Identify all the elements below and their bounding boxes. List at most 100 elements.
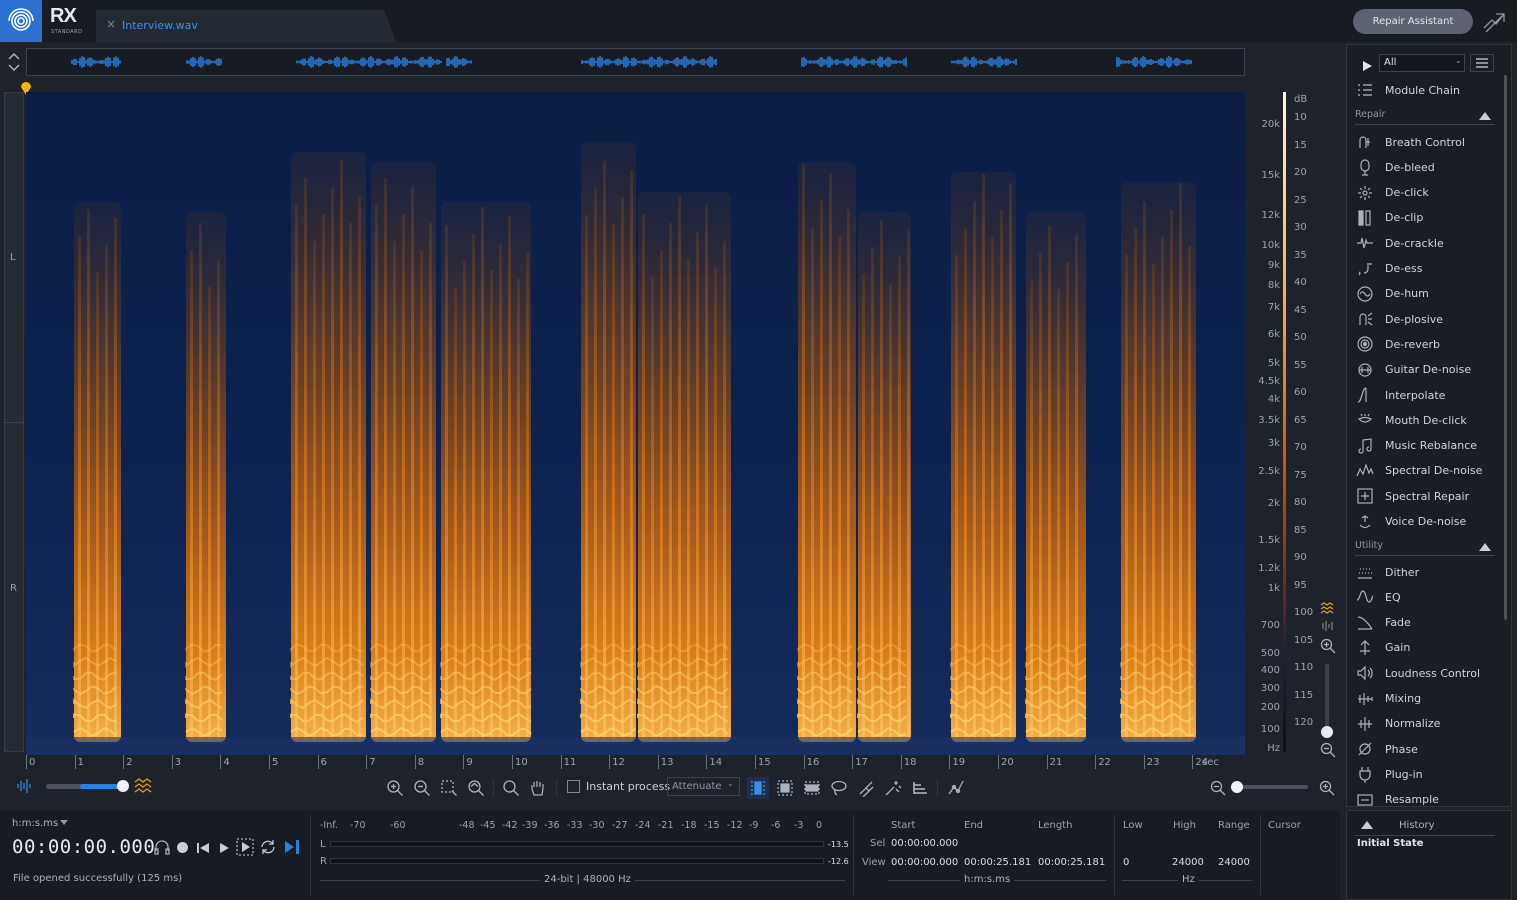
module-list-scrollbar[interactable] [1504,75,1507,620]
tab-filename[interactable]: Interview.wav [122,19,198,32]
horizontal-zoom-slider[interactable] [1234,785,1308,789]
module-label: Spectral Repair [1385,489,1470,503]
spectral-denoise-icon [1355,461,1375,481]
collapse-triangle-icon[interactable] [1479,543,1491,551]
module-item-dither[interactable]: Dither [1355,561,1501,583]
module-item-de-click[interactable]: De-click [1355,182,1501,204]
module-item-de-crackle[interactable]: De-crackle [1355,232,1501,254]
hand-tool-icon[interactable] [527,777,549,799]
module-item-music-rebalance[interactable]: Music Rebalance [1355,435,1501,457]
time-ruler[interactable]: 0 1 2 3 4 5 6 7 8 9 10 11 12 13 14 15 16 17 18 19 20 21 22 23 24… [26,755,1245,771]
view-end-value[interactable]: 00:00:25.181 [964,857,1031,868]
module-item-plug-in[interactable]: Plug-in [1355,763,1501,785]
module-list-menu-icon[interactable] [1470,54,1494,72]
preview-module-play-icon[interactable] [1361,57,1373,76]
collapse-triangle-icon[interactable] [1479,112,1491,120]
lasso-icon[interactable] [828,777,850,799]
module-item-eq[interactable]: EQ [1355,586,1501,608]
vertical-zoom-handle[interactable] [1321,726,1333,738]
frequency-selection-icon[interactable] [801,777,823,799]
vertical-zoom-slider[interactable] [1325,664,1329,734]
module-item-de-reverb[interactable]: De-reverb [1355,333,1501,355]
module-item-spectral-repair[interactable]: Spectral Repair [1355,485,1501,507]
module-item-interpolate[interactable]: Interpolate [1355,384,1501,406]
gain-envelope-icon[interactable] [945,777,967,799]
module-filter-select[interactable]: All [1379,54,1465,72]
time-selection-icon[interactable] [747,777,769,799]
tab-close-icon[interactable]: × [106,17,116,31]
magic-wand-icon[interactable] [882,777,904,799]
time-freq-selection-icon[interactable] [774,777,796,799]
module-item-de-hum[interactable]: De-hum [1355,283,1501,305]
module-item-de-ess[interactable]: De-ess [1355,258,1501,280]
module-item-voice-de-noise[interactable]: Voice De-noise [1355,511,1501,533]
module-item-gain[interactable]: Gain [1355,637,1501,659]
zoom-selection-icon[interactable] [438,777,460,799]
waveform-settings-icon[interactable] [1320,618,1336,632]
status-message: File opened successfully (125 ms) [13,873,183,884]
vertical-zoom-out-icon[interactable] [1319,741,1337,759]
play-button-icon[interactable] [217,840,231,854]
horizontal-zoom-out-icon[interactable] [1207,777,1229,799]
module-chain-item[interactable]: Module Chain [1355,79,1501,101]
channel-label-left[interactable]: L [10,252,16,263]
zoom-fit-icon[interactable] [465,777,487,799]
izotope-logo-icon[interactable] [0,0,42,42]
deess-icon [1355,259,1375,279]
utility-section-header[interactable]: Utility [1355,540,1495,556]
harmonic-select-icon[interactable] [909,777,931,799]
spectrogram-settings-icon[interactable] [1319,600,1337,614]
module-item-guitar-de-noise[interactable]: Guitar De-noise [1355,359,1501,381]
zoom-out-icon[interactable] [411,777,433,799]
high-value[interactable]: 24000 [1172,857,1204,868]
module-item-de-clip[interactable]: De-clip [1355,207,1501,229]
instant-process-checkbox[interactable] [567,780,580,793]
monitor-headphones-icon[interactable] [153,839,171,855]
instant-process-label[interactable]: Instant process [586,780,670,793]
vertical-zoom-in-icon[interactable] [1319,637,1337,655]
low-value[interactable]: 0 [1123,857,1129,868]
module-item-resample[interactable]: Resample [1355,789,1501,808]
db-tick-label: 105 [1294,634,1314,646]
view-start-value[interactable]: 00:00:00.000 [891,857,958,868]
horizontal-zoom-in-icon[interactable] [1316,777,1338,799]
time-tick-label: 18 [900,755,917,769]
brush-icon[interactable] [855,777,877,799]
range-value[interactable]: 24000 [1218,857,1250,868]
scroll-follow-icon[interactable] [283,838,301,856]
waveform-overview[interactable] [26,48,1245,76]
zoom-tool-icon[interactable] [500,777,522,799]
zoom-in-icon[interactable] [384,777,406,799]
channel-label-right[interactable]: R [10,583,17,594]
record-button-icon[interactable] [177,842,188,853]
repair-section-header[interactable]: Repair [1355,109,1495,125]
module-item-mixing[interactable]: Mixing [1355,688,1501,710]
view-length-value[interactable]: 00:00:25.181 [1038,857,1105,868]
play-selection-icon[interactable] [236,838,254,856]
collapse-triangle-icon[interactable] [1361,821,1373,829]
history-item[interactable]: Initial State [1357,838,1423,849]
module-item-de-plosive[interactable]: De-plosive [1355,308,1501,330]
module-item-phase[interactable]: Phase [1355,738,1501,760]
module-item-breath-control[interactable]: Breath Control [1355,131,1501,153]
module-item-mouth-de-click[interactable]: Mouth De-click [1355,409,1501,431]
db-scale[interactable]: dB 10 15 20 25 30 35 40 45 50 55 60 65 70 75 80 85 90 95 10… [1290,92,1316,755]
module-item-loudness-control[interactable]: Loudness Control [1355,662,1501,684]
formant-streak [472,234,475,740]
horizontal-zoom-handle[interactable] [1231,781,1243,793]
time-format-select[interactable]: h:m:s.ms [12,818,58,829]
frequency-scale[interactable]: 20k 15k 12k 10k 9k 8k 7k 6k 5k 4.5k 4k 3.5k 3k 2.5k 2k… [1246,92,1284,755]
go-to-start-icon[interactable] [195,840,211,854]
loop-icon[interactable] [259,839,277,855]
repair-assistant-button[interactable]: Repair Assistant [1353,9,1473,34]
sel-start-value[interactable]: 00:00:00.000 [891,838,958,849]
module-item-normalize[interactable]: Normalize [1355,713,1501,735]
spectrogram-display[interactable] [26,92,1245,755]
module-item-fade[interactable]: Fade [1355,612,1501,634]
module-item-de-bleed[interactable]: De-bleed [1355,156,1501,178]
signal-flow-icon[interactable] [1482,10,1506,34]
module-item-spectral-de-noise[interactable]: Spectral De-noise [1355,460,1501,482]
formant-streak [217,259,220,740]
collapse-overview-icon[interactable] [6,50,22,74]
time-format-chevron-icon[interactable] [60,820,68,825]
